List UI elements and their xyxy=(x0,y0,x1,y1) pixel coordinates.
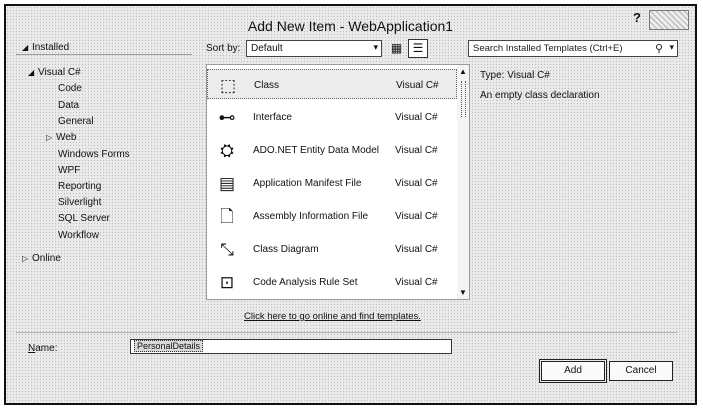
tree-item-workflow[interactable]: Workflow xyxy=(58,230,99,241)
chevron-down-icon: ▾ xyxy=(373,42,378,52)
template-name: Application Manifest File xyxy=(253,178,362,189)
installed-divider xyxy=(16,54,192,55)
type-label: Type: xyxy=(480,70,505,81)
template-language: Visual C# xyxy=(395,211,438,222)
template-row-ado-net[interactable]: ⛭ ADO.NET Entity Data Model Visual C# xyxy=(207,135,457,165)
template-language: Visual C# xyxy=(396,80,439,91)
collapsed-arrow-icon[interactable]: ▷ xyxy=(22,254,32,263)
expanded-arrow-icon: ◢ xyxy=(28,68,35,77)
tree-item-code[interactable]: Code xyxy=(58,83,82,94)
search-placeholder: Search Installed Templates (Ctrl+E) xyxy=(473,43,623,54)
template-language: Visual C# xyxy=(395,178,438,189)
entity-model-icon: ⛭ xyxy=(220,141,234,160)
template-name: Assembly Information File xyxy=(253,211,369,222)
template-row-rule-set[interactable]: ⊡ Code Analysis Rule Set Visual C# xyxy=(207,267,457,297)
grid-view-icon[interactable]: ▦ xyxy=(388,40,405,57)
search-templates-input[interactable]: Search Installed Templates (Ctrl+E) ⚲ ▾ xyxy=(468,40,678,57)
help-button[interactable]: ? xyxy=(633,10,641,25)
scroll-down-icon[interactable]: ▼ xyxy=(459,288,467,297)
item-name-value: PersonalDetails xyxy=(134,340,204,352)
sortby-dropdown[interactable]: Default ▾ xyxy=(246,40,382,57)
add-button[interactable]: Add xyxy=(539,359,607,383)
template-row-interface[interactable]: ⊷ Interface Visual C# xyxy=(207,102,457,132)
template-row-assembly-info[interactable]: 🗋 Assembly Information File Visual C# xyxy=(207,201,457,231)
dialog-title: Add New Item - WebApplication1 xyxy=(247,18,454,34)
sortby-value: Default xyxy=(251,43,283,54)
template-name: ADO.NET Entity Data Model xyxy=(253,145,379,156)
search-dropdown-icon[interactable]: ▾ xyxy=(669,42,674,53)
cancel-button[interactable]: Cancel xyxy=(609,361,673,381)
template-name: Class xyxy=(254,80,280,91)
tree-item-sql-server[interactable]: SQL Server xyxy=(58,213,110,224)
close-button[interactable] xyxy=(649,10,689,30)
sortby-label: Sort by: xyxy=(206,43,241,54)
list-view-icon[interactable]: ☰ xyxy=(408,39,428,58)
rule-set-icon: ⊡ xyxy=(219,273,235,292)
search-icon[interactable]: ⚲ xyxy=(655,42,663,55)
tree-item-installed[interactable]: ◢ Installed xyxy=(22,42,69,53)
template-category-tree: ◢ Installed ◢ Visual C# Code Data General … xyxy=(16,38,196,328)
scroll-up-icon[interactable]: ▲ xyxy=(459,67,467,76)
template-type: Type: Visual C# xyxy=(480,70,550,81)
template-list-scrollbar[interactable]: ▲ ▼ xyxy=(457,65,469,299)
template-row-class[interactable]: ⬚ Class Visual C# xyxy=(207,69,457,99)
assembly-info-icon: 🗋 xyxy=(220,207,234,226)
tree-item-installed-label: Installed xyxy=(32,42,70,53)
name-label: Name: xyxy=(28,343,58,354)
interface-icon: ⊷ xyxy=(218,108,236,127)
bottom-divider xyxy=(16,332,678,333)
manifest-file-icon: ▤ xyxy=(218,174,236,193)
title-bar: Add New Item - WebApplication1 ? xyxy=(6,6,695,40)
tree-item-reporting[interactable]: Reporting xyxy=(58,181,101,192)
tree-item-silverlight[interactable]: Silverlight xyxy=(58,197,101,208)
type-value: Visual C# xyxy=(507,70,550,81)
template-language: Visual C# xyxy=(395,277,438,288)
tree-item-general[interactable]: General xyxy=(58,116,94,127)
tree-item-visual-csharp[interactable]: ◢ Visual C# xyxy=(28,67,81,78)
online-templates-link[interactable]: Click here to go online and find templat… xyxy=(244,311,421,322)
tree-item-data[interactable]: Data xyxy=(58,100,79,111)
template-row-manifest[interactable]: ▤ Application Manifest File Visual C# xyxy=(207,168,457,198)
tree-item-online[interactable]: ▷ Online xyxy=(22,253,61,264)
template-row-class-diagram[interactable]: ⤡ Class Diagram Visual C# xyxy=(207,234,457,264)
collapsed-arrow-icon[interactable]: ▷ xyxy=(46,133,56,142)
tree-item-windows-forms[interactable]: Windows Forms xyxy=(58,149,130,160)
item-name-field[interactable]: PersonalDetails xyxy=(130,339,452,354)
template-language: Visual C# xyxy=(395,112,438,123)
template-name: Class Diagram xyxy=(253,244,319,255)
template-description: An empty class declaration xyxy=(480,90,600,101)
tree-item-web-label: Web xyxy=(56,132,77,143)
template-language: Visual C# xyxy=(395,145,438,156)
scroll-thumb[interactable] xyxy=(461,81,466,117)
tree-item-visual-csharp-label: Visual C# xyxy=(38,67,81,78)
template-name: Interface xyxy=(253,112,292,123)
tree-item-web[interactable]: ▷ Web xyxy=(46,132,76,143)
template-list: ⬚ Class Visual C# ⊷ Interface Visual C# … xyxy=(206,64,470,300)
class-icon: ⬚ xyxy=(219,76,237,95)
expanded-arrow-icon: ◢ xyxy=(22,43,29,52)
class-diagram-icon: ⤡ xyxy=(220,240,234,259)
template-language: Visual C# xyxy=(395,244,438,255)
tree-item-wpf[interactable]: WPF xyxy=(58,165,80,176)
template-name: Code Analysis Rule Set xyxy=(253,277,358,288)
tree-item-online-label: Online xyxy=(32,253,61,264)
